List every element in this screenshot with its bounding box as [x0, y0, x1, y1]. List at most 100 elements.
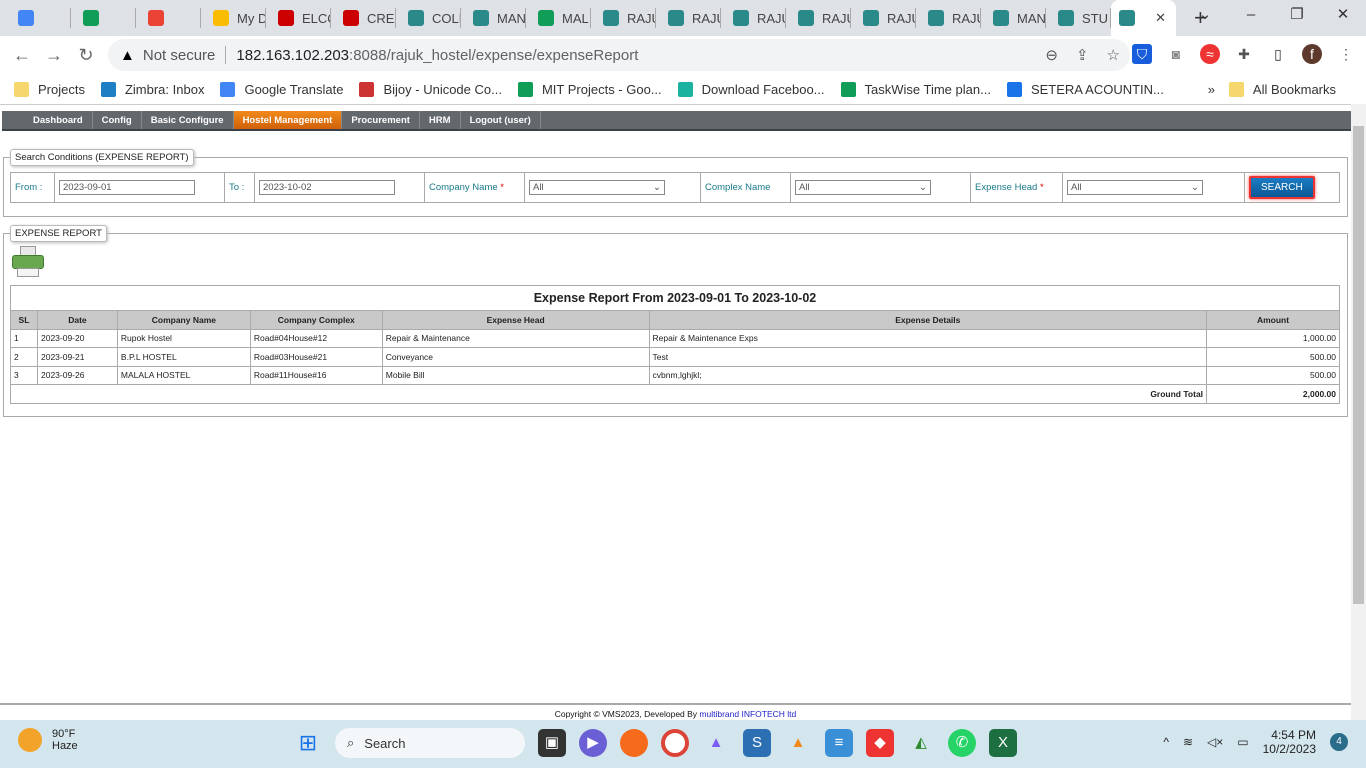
search-conditions: Search Conditions (EXPENSE REPORT) From … — [3, 149, 1348, 217]
bookmark-label: MIT Projects - Goo... — [541, 81, 662, 97]
developer-link[interactable]: multibrand INFOTECH ltd — [699, 709, 796, 719]
avatar[interactable]: f — [1302, 44, 1322, 64]
puzzle-icon[interactable]: ✚ — [1234, 44, 1254, 64]
search-icon: ⌕ — [347, 735, 355, 750]
url-bar[interactable]: ▲ Not secure 182.163.102.203:8088/rajuk_… — [108, 39, 1130, 71]
anydesk-icon[interactable]: ◆ — [866, 729, 894, 757]
wifi-icon[interactable]: ≋ — [1183, 735, 1193, 749]
chevron-up-icon[interactable]: ^ — [1163, 735, 1169, 749]
bookmark[interactable]: MIT Projects - Goo... — [517, 81, 662, 97]
camera-icon[interactable]: ◙ — [1166, 44, 1186, 64]
clock[interactable]: 4:54 PM 10/2/2023 — [1263, 728, 1316, 756]
menu-item[interactable]: Dashboard — [24, 111, 93, 129]
scrollbar[interactable] — [1351, 104, 1366, 720]
app-s-icon[interactable]: S — [743, 729, 771, 757]
table-cell: 3 — [10, 365, 38, 385]
chrome-icon[interactable] — [661, 729, 689, 757]
notepad-icon[interactable]: ≡ — [825, 729, 853, 757]
sheets-icon — [83, 10, 99, 26]
browser-tab[interactable] — [6, 8, 71, 28]
from-date-input[interactable] — [59, 180, 195, 195]
bookmark[interactable]: Zimbra: Inbox — [100, 81, 204, 97]
bookmark[interactable]: SETERA ACOUNTIN... — [1006, 81, 1164, 97]
extension-red-icon[interactable]: ≈ — [1200, 44, 1220, 64]
exit-door-icon — [863, 10, 879, 26]
menu-item[interactable]: Basic Configure — [142, 111, 234, 129]
browser-tab[interactable]: RAJU — [916, 8, 981, 28]
start-icon[interactable]: ⊞ — [294, 729, 322, 757]
exit-door-icon — [473, 10, 489, 26]
vlc-icon[interactable]: ▲ — [784, 729, 812, 757]
search-button[interactable]: SEARCH — [1249, 176, 1315, 199]
weather-widget[interactable]: 90°F Haze — [18, 728, 78, 752]
forward-icon[interactable]: → — [38, 45, 70, 66]
bookmark[interactable]: Google Translate — [220, 81, 343, 97]
back-icon[interactable]: ← — [6, 45, 38, 66]
app-icon[interactable]: ◭ — [907, 729, 935, 757]
star-icon[interactable]: ☆ — [1107, 46, 1120, 64]
excel-icon[interactable]: X — [989, 729, 1017, 757]
bookmark[interactable]: Bijoy - Unicode Co... — [359, 81, 502, 97]
browser-tab[interactable]: RAJU — [786, 8, 851, 28]
browser-tab[interactable] — [136, 8, 201, 28]
chevron-down-icon: ⌄ — [653, 182, 661, 193]
report-title: Expense Report From 2023-09-01 To 2023-1… — [10, 285, 1340, 311]
table-cell: 2 — [10, 347, 38, 367]
browser-tab[interactable]: My D — [201, 8, 266, 28]
tab-title: My D — [237, 10, 266, 26]
notification-badge[interactable]: 4 — [1330, 733, 1348, 751]
browser-tab[interactable]: RAJU — [656, 8, 721, 28]
menu-item[interactable]: HRM — [420, 111, 461, 129]
table-cell: 500.00 — [1206, 365, 1340, 385]
menu-icon[interactable]: ⋮ — [1336, 44, 1356, 64]
active-tab[interactable]: ✕ — [1111, 0, 1176, 36]
restore-button[interactable]: ❐ — [1274, 0, 1320, 30]
side-panel-icon[interactable]: ▯ — [1268, 44, 1288, 64]
task-view-icon[interactable]: ▣ — [538, 729, 566, 757]
menu-item[interactable]: Logout (user) — [461, 111, 541, 129]
firefox-icon[interactable] — [620, 729, 648, 757]
battery-icon[interactable]: ▭ — [1237, 735, 1248, 749]
browser-tab[interactable]: MAL — [526, 8, 591, 28]
menu-item[interactable]: Hostel Management — [233, 111, 343, 129]
bookmark[interactable]: TaskWise Time plan... — [840, 81, 991, 97]
taskbar-search[interactable]: ⌕ Search — [335, 728, 525, 758]
zoom-icon[interactable]: ⊖ — [1045, 46, 1058, 64]
to-date-input[interactable] — [259, 180, 395, 195]
table-cell: 1,000.00 — [1206, 328, 1340, 348]
menu-item[interactable]: Config — [93, 111, 142, 129]
tab-title: MAN — [1017, 10, 1046, 26]
bookmark[interactable]: Projects — [14, 81, 85, 97]
menu-item[interactable]: Procurement — [342, 111, 420, 129]
browser-tab[interactable]: COLL — [396, 8, 461, 28]
print-icon[interactable] — [12, 246, 44, 278]
expense-head-select[interactable]: All ⌄ — [1067, 180, 1203, 195]
clickup-icon[interactable]: ▲ — [702, 729, 730, 757]
browser-tab[interactable]: RAJU — [851, 8, 916, 28]
company-select[interactable]: All ⌄ — [529, 180, 665, 195]
teams-icon[interactable]: ▶ — [579, 729, 607, 757]
browser-tab[interactable]: STU — [1046, 8, 1111, 28]
more-bookmarks-icon[interactable]: » — [1208, 82, 1215, 97]
complex-label: Complex Name — [700, 172, 791, 203]
all-bookmarks[interactable]: All Bookmarks — [1228, 81, 1336, 97]
bitwarden-icon[interactable]: ⛉ — [1132, 44, 1152, 64]
mute-icon[interactable]: ◁× — [1207, 735, 1223, 749]
browser-tab[interactable]: CREA — [331, 8, 396, 28]
share-icon[interactable]: ⇪ — [1076, 46, 1089, 64]
complex-select[interactable]: All ⌄ — [795, 180, 931, 195]
browser-tab[interactable]: MAN — [981, 8, 1046, 28]
browser-tab[interactable] — [71, 8, 136, 28]
close-window-button[interactable]: ✕ — [1320, 0, 1366, 30]
scrollbar-thumb[interactable] — [1353, 126, 1364, 604]
browser-tab[interactable]: RAJU — [591, 8, 656, 28]
close-tab-icon[interactable]: ✕ — [1155, 10, 1166, 26]
bookmark[interactable]: Download Faceboo... — [677, 81, 825, 97]
minimize-button[interactable]: – — [1228, 0, 1274, 30]
tab-search-icon[interactable]: ⌄ — [1182, 0, 1228, 30]
reload-icon[interactable]: ↻ — [70, 45, 102, 66]
browser-tab[interactable]: MAN — [461, 8, 526, 28]
browser-tab[interactable]: RAJU — [721, 8, 786, 28]
browser-tab[interactable]: ELCC — [266, 8, 331, 28]
whatsapp-icon[interactable]: ✆ — [948, 729, 976, 757]
